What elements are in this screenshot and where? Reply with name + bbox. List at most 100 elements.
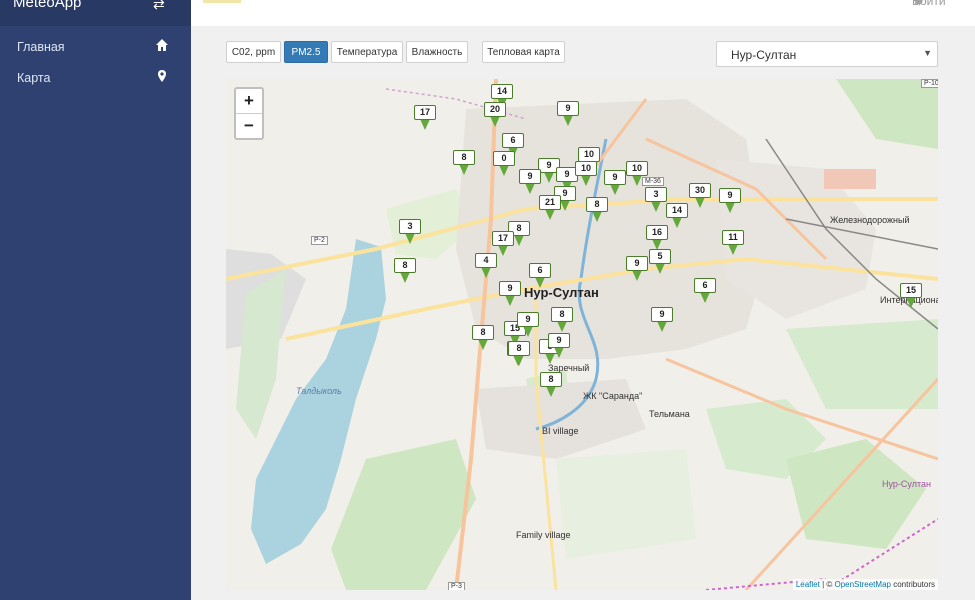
marker-pin-icon xyxy=(700,292,710,303)
brand-bar: MeteoApp ⇄ xyxy=(0,0,191,26)
marker-value: 9 xyxy=(519,169,541,184)
city-select[interactable]: Нур-Султан ▼ xyxy=(716,41,938,67)
station-marker[interactable]: 6 xyxy=(694,278,716,304)
marker-pin-icon xyxy=(672,217,682,228)
station-marker[interactable]: 8 xyxy=(472,325,494,351)
filter-pm25-button[interactable]: PM2.5 xyxy=(284,41,328,63)
marker-pin-icon xyxy=(728,244,738,255)
station-marker[interactable]: 21 xyxy=(539,195,561,221)
marker-pin-icon xyxy=(459,164,469,175)
marker-pin-icon xyxy=(610,184,620,195)
filter-temperature-button[interactable]: Температура xyxy=(331,41,403,63)
marker-pin-icon xyxy=(592,211,602,222)
station-marker[interactable]: 9 xyxy=(651,307,673,333)
marker-value: 3 xyxy=(645,187,667,202)
marker-pin-icon xyxy=(499,165,509,176)
station-marker[interactable]: 8 xyxy=(394,258,416,284)
chevron-down-icon: ▼ xyxy=(923,48,932,58)
station-marker[interactable]: 30 xyxy=(689,183,711,209)
station-marker[interactable]: 15 xyxy=(900,283,922,309)
home-icon xyxy=(156,39,168,51)
marker-pin-icon xyxy=(405,233,415,244)
map-label-lake: Талдыколь xyxy=(296,386,342,396)
marker-value: 3 xyxy=(399,219,421,234)
station-marker[interactable]: 9 xyxy=(557,101,579,127)
station-marker[interactable]: 0 xyxy=(493,151,515,177)
station-marker[interactable]: 14 xyxy=(666,203,688,229)
marker-pin-icon xyxy=(906,297,916,308)
station-marker[interactable]: 20 xyxy=(484,102,506,128)
station-marker[interactable]: 3 xyxy=(399,219,421,245)
station-marker[interactable]: 9 xyxy=(548,333,570,359)
road-shield-r3: Р-3 xyxy=(448,582,465,590)
station-marker[interactable]: 4 xyxy=(475,253,497,279)
marker-value: 8 xyxy=(453,150,475,165)
login-link[interactable]: Войти xyxy=(912,0,946,8)
station-marker[interactable]: 3 xyxy=(645,187,667,213)
marker-pin-icon xyxy=(514,355,524,366)
attribution-separator: | © xyxy=(819,580,835,589)
leaflet-link[interactable]: Leaflet xyxy=(796,580,820,589)
station-marker[interactable]: 9 xyxy=(719,188,741,214)
station-marker[interactable]: 9 xyxy=(499,281,521,307)
marker-value: 8 xyxy=(508,341,530,356)
zoom-in-button[interactable]: + xyxy=(236,89,262,113)
station-marker[interactable]: 8 xyxy=(551,307,573,333)
marker-value: 8 xyxy=(586,197,608,212)
marker-pin-icon xyxy=(490,116,500,127)
station-marker[interactable]: 9 xyxy=(519,169,541,195)
marker-pin-icon xyxy=(655,263,665,274)
marker-value: 20 xyxy=(484,102,506,117)
marker-value: 8 xyxy=(551,307,573,322)
station-marker[interactable]: 8 xyxy=(586,197,608,223)
station-marker[interactable]: 10 xyxy=(626,161,648,187)
map-label-road: Нур-Султан xyxy=(882,479,931,489)
map-label-zhd: Железнодорожный xyxy=(830,215,910,225)
station-marker[interactable]: 9 xyxy=(626,256,648,282)
marker-value: 6 xyxy=(529,263,551,278)
marker-value: 9 xyxy=(604,170,626,185)
filter-co2-button[interactable]: C02, ppm xyxy=(226,41,281,63)
station-marker[interactable]: 11 xyxy=(722,230,744,256)
map-label-bivillage: BI village xyxy=(542,426,579,436)
sidebar-item-label: Карта xyxy=(17,71,51,85)
map-label-saranda: ЖК "Саранда" xyxy=(583,391,643,401)
marker-pin-icon xyxy=(546,386,556,397)
marker-pin-icon xyxy=(581,175,591,186)
station-marker[interactable]: 10 xyxy=(575,161,597,187)
zoom-out-button[interactable]: − xyxy=(236,113,262,138)
sidebar-item-map[interactable]: Карта xyxy=(0,63,191,93)
marker-pin-icon xyxy=(563,115,573,126)
marker-value: 17 xyxy=(414,105,436,120)
heatmap-button[interactable]: Тепловая карта xyxy=(482,41,565,63)
station-marker[interactable]: 16 xyxy=(646,225,668,251)
station-marker[interactable]: 5 xyxy=(649,249,671,275)
app-title[interactable]: MeteoApp xyxy=(13,0,81,11)
osm-link[interactable]: OpenStreetMap xyxy=(834,580,890,589)
filter-humidity-button[interactable]: Влажность xyxy=(406,41,468,63)
marker-value: 21 xyxy=(539,195,561,210)
marker-value: 0 xyxy=(493,151,515,166)
marker-pin-icon xyxy=(525,183,535,194)
station-marker[interactable]: 9 xyxy=(604,170,626,196)
marker-value: 11 xyxy=(722,230,744,245)
map-label-telmana: Тельмана xyxy=(649,409,690,419)
station-marker[interactable]: 17 xyxy=(414,105,436,131)
marker-value: 9 xyxy=(499,281,521,296)
marker-pin-icon xyxy=(505,295,515,306)
marker-value: 14 xyxy=(666,203,688,218)
marker-pin-icon xyxy=(695,197,705,208)
swap-icon[interactable]: ⇄ xyxy=(153,0,165,13)
map[interactable]: Нур-Султан Талдыколь Железнодорожный Инт… xyxy=(226,79,938,590)
marker-pin-icon xyxy=(545,209,555,220)
sidebar-item-home[interactable]: Главная xyxy=(0,32,191,62)
station-marker[interactable]: 8 xyxy=(508,341,530,367)
station-marker[interactable]: 9 xyxy=(517,312,539,338)
marker-value: 9 xyxy=(719,188,741,203)
station-marker[interactable]: 6 xyxy=(529,263,551,289)
marker-value: 4 xyxy=(475,253,497,268)
station-marker[interactable]: 8 xyxy=(453,150,475,176)
station-marker[interactable]: 8 xyxy=(540,372,562,398)
marker-value: 9 xyxy=(651,307,673,322)
marker-pin-icon xyxy=(657,321,667,332)
